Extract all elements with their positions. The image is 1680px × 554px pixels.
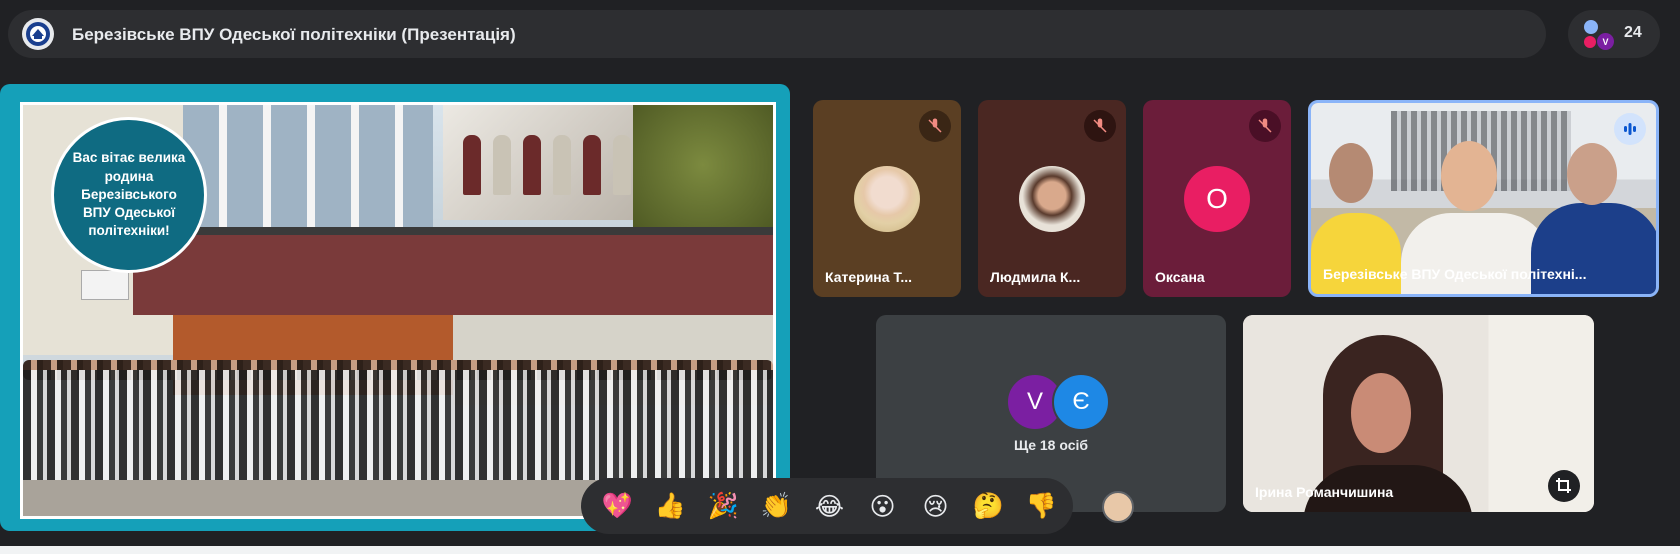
crop-icon[interactable]	[1548, 470, 1580, 502]
participant-mini-avatar-v: V	[1597, 33, 1614, 50]
participant-mini-avatar	[1584, 36, 1596, 48]
skin-tone-selector[interactable]	[1102, 491, 1134, 523]
greeting-text: Вас вітає велика родина Березівського ВП…	[72, 150, 186, 239]
building-mural	[443, 105, 653, 220]
participant-name: Березівське ВПУ Одеської політехні...	[1323, 266, 1587, 282]
participant-avatar	[1019, 166, 1085, 232]
reaction-tears-of-joy-icon[interactable]: 😂	[803, 486, 856, 526]
speaking-indicator-icon	[1614, 113, 1646, 145]
participant-tile-iryna[interactable]: Ірина Романчишина	[1243, 315, 1594, 512]
reaction-thumbs-up-icon[interactable]: 👍	[644, 486, 697, 526]
mic-off-icon	[1249, 110, 1281, 142]
reaction-party-popper-icon[interactable]: 🎉	[697, 486, 750, 526]
greeting-bubble: Вас вітає велика родина Березівського ВП…	[51, 117, 207, 273]
participant-avatar-ye: Є	[1052, 373, 1110, 431]
reaction-surprised-icon[interactable]: 😮	[856, 486, 909, 526]
participant-name: Катерина Т...	[825, 269, 913, 285]
meeting-title-bar: Березівське ВПУ Одеської політехніки (Пр…	[8, 10, 1546, 58]
mic-off-icon	[919, 110, 951, 142]
participant-count: 24	[1624, 24, 1642, 41]
reaction-clapping-icon[interactable]: 👏	[750, 486, 803, 526]
participant-tile-kateryna[interactable]: Катерина Т...	[813, 100, 961, 297]
participant-name: Ірина Романчишина	[1255, 484, 1394, 500]
participant-avatar	[854, 166, 920, 232]
presentation-view: Вас вітає велика родина Березівського ВП…	[0, 84, 790, 531]
participant-mini-avatar	[1584, 20, 1598, 34]
more-participants-label: Ще 18 осіб	[1013, 437, 1089, 453]
reactions-bar: 💖 👍 🎉 👏 😂 😮 😢 🤔 👎	[581, 478, 1073, 534]
reaction-crying-icon[interactable]: 😢	[909, 486, 962, 526]
participant-name: Людмила К...	[990, 269, 1081, 285]
participant-tile-berezivske[interactable]: Березівське ВПУ Одеської політехні...	[1308, 100, 1659, 297]
participant-tile-ludmyla[interactable]: Людмила К...	[978, 100, 1126, 297]
reaction-sparkling-heart-icon[interactable]: 💖	[591, 486, 644, 526]
participants-avatars: V	[1582, 18, 1614, 50]
participant-avatar-initial: О	[1184, 166, 1250, 232]
participants-button[interactable]: V 24	[1568, 10, 1660, 58]
reaction-thinking-icon[interactable]: 🤔	[962, 486, 1015, 526]
participant-name: Оксана	[1155, 269, 1205, 285]
meeting-title: Березівське ВПУ Одеської політехніки (Пр…	[72, 25, 516, 44]
reaction-thumbs-down-icon[interactable]: 👎	[1015, 486, 1068, 526]
presentation-slide: Вас вітає велика родина Березівського ВП…	[20, 102, 776, 519]
participant-tile-oksana[interactable]: О Оксана	[1143, 100, 1291, 297]
school-logo-icon	[22, 18, 54, 50]
mic-off-icon	[1084, 110, 1116, 142]
